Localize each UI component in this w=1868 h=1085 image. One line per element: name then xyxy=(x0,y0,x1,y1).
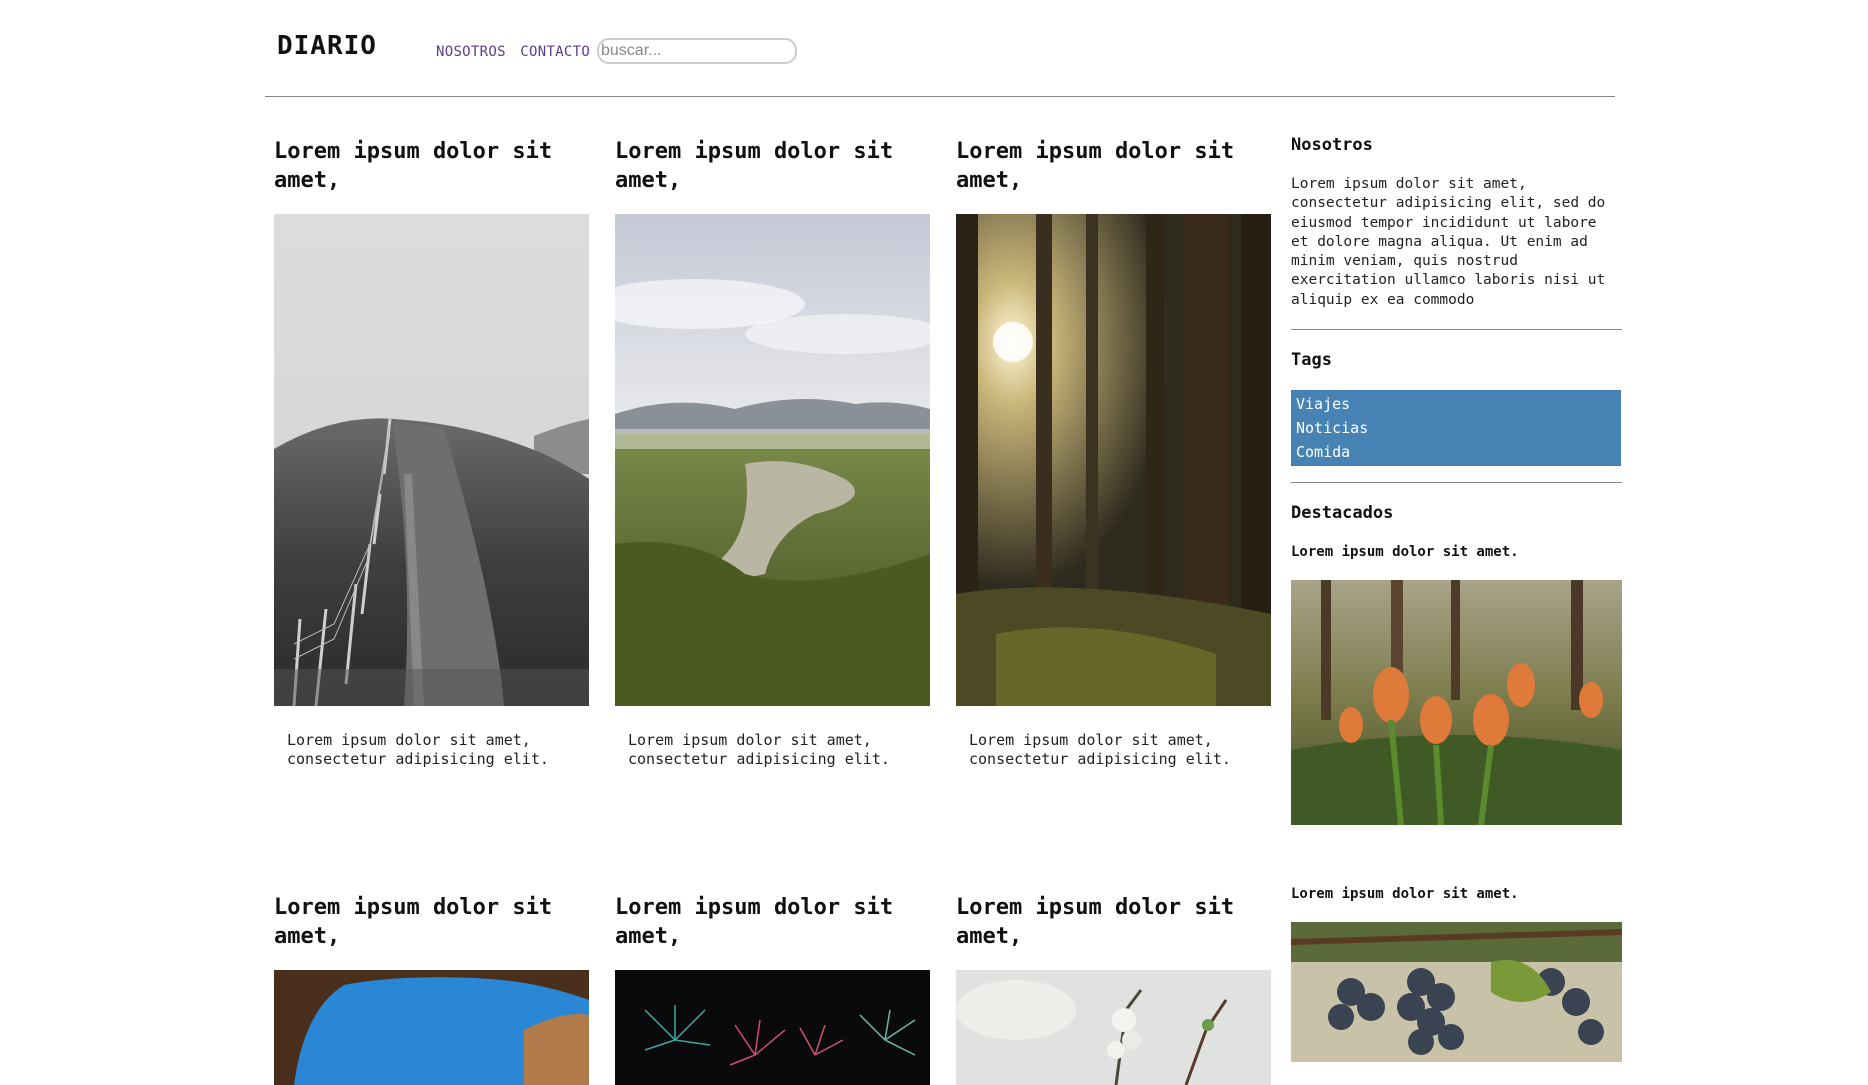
featured-item-title[interactable]: Lorem ipsum dolor sit amet. xyxy=(1291,544,1622,560)
post-excerpt: Lorem ipsum dolor sit amet, consectetur … xyxy=(628,731,890,768)
main-nav: NOSOTROS CONTACTO xyxy=(436,44,596,60)
sidebar-featured-title: Destacados xyxy=(1291,503,1394,524)
post-image-fireworks[interactable] xyxy=(615,970,930,1085)
post-card: Lorem ipsum dolor sit amet, Lorem ipsum … xyxy=(956,137,1271,777)
tag-item-viajes[interactable]: Viajes xyxy=(1296,392,1616,416)
post-card: Lorem ipsum dolor sit amet, xyxy=(274,137,589,777)
post-excerpt: Lorem ipsum dolor sit amet, consectetur … xyxy=(969,731,1231,768)
site-logo[interactable]: DIARIO xyxy=(277,31,377,61)
search-input[interactable]: buscar... xyxy=(597,38,797,64)
divider xyxy=(1291,482,1622,484)
post-image-lake-valley[interactable] xyxy=(615,214,930,706)
sidebar: Nosotros Lorem ipsum dolor sit amet, con… xyxy=(1291,135,1622,1063)
featured-item-title[interactable]: Lorem ipsum dolor sit amet. xyxy=(1291,886,1622,902)
sidebar-about-text: Lorem ipsum dolor sit amet, consectetur … xyxy=(1291,176,1606,308)
post-title[interactable]: Lorem ipsum dolor sit amet, xyxy=(615,893,930,951)
post-image-sunlit-forest[interactable] xyxy=(956,214,1271,706)
sidebar-tags-title: Tags xyxy=(1291,350,1332,371)
page: DIARIO NOSOTROS CONTACTO buscar... Lorem… xyxy=(0,0,1868,1085)
post-title[interactable]: Lorem ipsum dolor sit amet, xyxy=(956,893,1271,951)
post-card: Lorem ipsum dolor sit amet, xyxy=(274,893,589,1085)
featured-image-grapes[interactable] xyxy=(1291,922,1622,1063)
nav-link-contacto[interactable]: CONTACTO xyxy=(520,44,590,60)
post-card: Lorem ipsum dolor sit amet, xyxy=(615,893,930,1085)
post-image-mountain-path[interactable] xyxy=(274,214,589,706)
tags-list: Viajes Noticias Comida xyxy=(1291,390,1621,467)
post-excerpt: Lorem ipsum dolor sit amet, consectetur … xyxy=(287,731,549,768)
post-card: Lorem ipsum dolor sit amet, Lorem ipsum … xyxy=(615,137,930,777)
post-title[interactable]: Lorem ipsum dolor sit amet, xyxy=(615,137,930,195)
nav-link-nosotros[interactable]: NOSOTROS xyxy=(436,44,506,60)
post-image-cave-sky[interactable] xyxy=(274,970,589,1085)
post-image-blossom-branch[interactable] xyxy=(956,970,1271,1085)
featured-image-tulips[interactable] xyxy=(1291,580,1622,826)
header: DIARIO NOSOTROS CONTACTO buscar... xyxy=(265,0,1615,97)
tag-item-comida[interactable]: Comida xyxy=(1296,440,1616,464)
post-title[interactable]: Lorem ipsum dolor sit amet, xyxy=(274,137,589,195)
post-title[interactable]: Lorem ipsum dolor sit amet, xyxy=(956,137,1271,195)
post-title[interactable]: Lorem ipsum dolor sit amet, xyxy=(274,893,589,951)
post-card: Lorem ipsum dolor sit amet, xyxy=(956,893,1271,1085)
tag-item-noticias[interactable]: Noticias xyxy=(1296,416,1616,440)
divider xyxy=(1291,329,1622,331)
sidebar-about-title: Nosotros xyxy=(1291,135,1373,155)
